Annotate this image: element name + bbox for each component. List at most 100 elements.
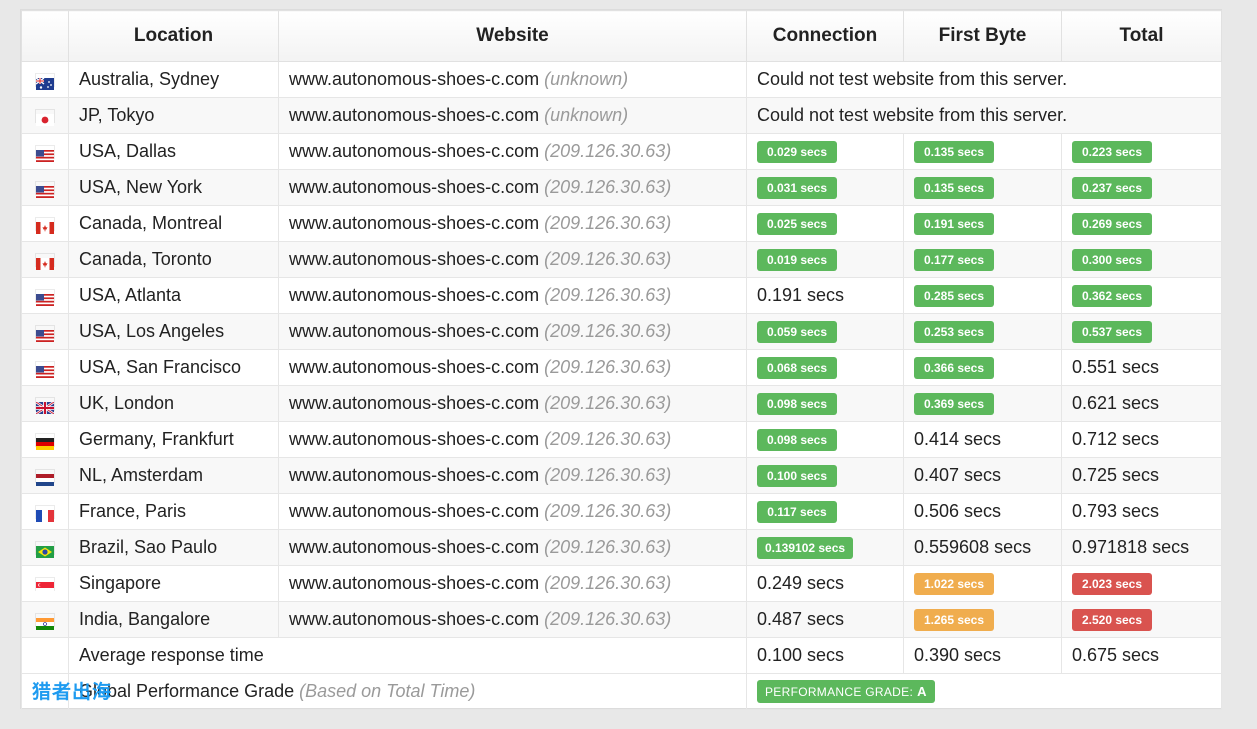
timing-badge: 0.135 secs	[914, 177, 994, 199]
website-ip: (209.126.30.63)	[544, 177, 672, 197]
location-cell: India, Bangalore	[68, 601, 279, 638]
first-byte-cell: 0.177 secs	[903, 241, 1062, 278]
website-cell: www.autonomous-shoes-c.com (209.126.30.6…	[278, 457, 747, 494]
website-host: www.autonomous-shoes-c.com	[289, 429, 540, 449]
website-cell: www.autonomous-shoes-c.com (209.126.30.6…	[278, 421, 747, 458]
website-cell: www.autonomous-shoes-c.com (209.126.30.6…	[278, 277, 747, 314]
website-host: www.autonomous-shoes-c.com	[289, 141, 540, 161]
flag-cell	[21, 133, 69, 170]
website-ip: (209.126.30.63)	[544, 429, 672, 449]
website-ip: (unknown)	[544, 105, 629, 125]
website-cell: www.autonomous-shoes-c.com (209.126.30.6…	[278, 133, 747, 170]
connection-cell: 0.059 secs	[746, 313, 904, 350]
timing-value: 0.559608 secs	[914, 537, 1032, 557]
first-byte-cell: 1.265 secs	[903, 601, 1062, 638]
total-cell: 0.793 secs	[1061, 493, 1222, 530]
website-host: www.autonomous-shoes-c.com	[289, 501, 540, 521]
website-ip: (unknown)	[544, 69, 629, 89]
flag-nl-icon	[36, 470, 54, 487]
website-cell: www.autonomous-shoes-c.com (209.126.30.6…	[278, 349, 747, 386]
connection-cell: 0.025 secs	[746, 205, 904, 242]
average-connection: 0.100 secs	[746, 637, 904, 674]
flag-cell	[21, 529, 69, 566]
flag-in-icon	[36, 614, 54, 631]
header-connection: Connection	[746, 10, 904, 62]
website-ip: (209.126.30.63)	[544, 573, 672, 593]
timing-badge: 0.269 secs	[1072, 213, 1152, 235]
first-byte-cell: 0.559608 secs	[903, 529, 1062, 566]
first-byte-cell: 0.135 secs	[903, 169, 1062, 206]
first-byte-cell: 0.135 secs	[903, 133, 1062, 170]
results-table: Location Website Connection First Byte T…	[21, 10, 1222, 710]
flag-cell	[21, 385, 69, 422]
timing-badge: 0.300 secs	[1072, 249, 1152, 271]
table-row: JP, Tokyo www.autonomous-shoes-c.com (unk…	[21, 97, 1222, 134]
timing-badge: 0.177 secs	[914, 249, 994, 271]
website-host: www.autonomous-shoes-c.com	[289, 285, 540, 305]
watermark: 猎者出海	[32, 682, 113, 703]
timing-badge: 0.098 secs	[757, 429, 837, 451]
timing-badge: 0.285 secs	[914, 285, 994, 307]
website-host: www.autonomous-shoes-c.com	[289, 105, 540, 125]
average-row: Average response time 0.100 secs 0.390 s…	[21, 637, 1222, 674]
website-cell: www.autonomous-shoes-c.com (209.126.30.6…	[278, 169, 747, 206]
timing-badge: 0.253 secs	[914, 321, 994, 343]
website-host: www.autonomous-shoes-c.com	[289, 177, 540, 197]
flag-au-icon	[35, 74, 54, 91]
website-host: www.autonomous-shoes-c.com	[289, 69, 540, 89]
location-cell: France, Paris	[68, 493, 279, 530]
timing-badge: 0.362 secs	[1072, 285, 1152, 307]
flag-ca-icon	[36, 254, 54, 271]
connection-cell: 0.019 secs	[746, 241, 904, 278]
timing-badge: 2.023 secs	[1072, 573, 1152, 595]
location-cell: UK, London	[68, 385, 279, 422]
table-row: Canada, Montreal www.autonomous-shoes-c.c…	[21, 205, 1222, 242]
timing-value: 0.506 secs	[914, 501, 1002, 521]
website-cell: www.autonomous-shoes-c.com (unknown)	[278, 97, 747, 134]
grade-row: Global Performance Grade (Based on Total…	[21, 673, 1222, 710]
connection-cell: 0.098 secs	[746, 385, 904, 422]
timing-badge: 0.031 secs	[757, 177, 837, 199]
first-byte-cell: 0.366 secs	[903, 349, 1062, 386]
total-cell: 0.237 secs	[1061, 169, 1222, 206]
location-cell: USA, Dallas	[68, 133, 279, 170]
timing-badge: 1.022 secs	[914, 573, 994, 595]
performance-grade-badge: PERFORMANCE GRADE: A	[757, 680, 935, 703]
location-cell: Germany, Frankfurt	[68, 421, 279, 458]
table-row: USA, Los Angeles www.autonomous-shoes-c.c…	[21, 313, 1222, 350]
timing-value: 0.712 secs	[1072, 429, 1160, 449]
flag-cell	[21, 349, 69, 386]
table-row: France, Paris www.autonomous-shoes-c.com …	[21, 493, 1222, 530]
header-row: Location Website Connection First Byte T…	[21, 10, 1222, 62]
grade-badge-cell: PERFORMANCE GRADE: A	[746, 673, 1222, 710]
table-row: USA, Atlanta www.autonomous-shoes-c.com (…	[21, 277, 1222, 314]
location-cell: USA, San Francisco	[68, 349, 279, 386]
website-ip: (209.126.30.63)	[544, 285, 672, 305]
website-ip: (209.126.30.63)	[544, 537, 672, 557]
results-body: Australia, Sydney www.autonomous-shoes-c.…	[21, 61, 1222, 638]
website-ip: (209.126.30.63)	[544, 465, 672, 485]
header-total: Total	[1061, 10, 1222, 62]
website-ip: (209.126.30.63)	[544, 213, 672, 233]
error-message: Could not test website from this server.	[746, 97, 1222, 134]
website-cell: www.autonomous-shoes-c.com (209.126.30.6…	[278, 565, 747, 602]
timing-value: 0.191 secs	[757, 285, 845, 305]
timing-badge: 0.366 secs	[914, 357, 994, 379]
total-cell: 0.362 secs	[1061, 277, 1222, 314]
location-cell: JP, Tokyo	[68, 97, 279, 134]
timing-badge: 0.068 secs	[757, 357, 837, 379]
timing-badge: 0.191 secs	[914, 213, 994, 235]
website-ip: (209.126.30.63)	[544, 357, 672, 377]
website-host: www.autonomous-shoes-c.com	[289, 609, 540, 629]
first-byte-cell: 0.414 secs	[903, 421, 1062, 458]
flag-us-icon	[36, 362, 54, 379]
first-byte-cell: 1.022 secs	[903, 565, 1062, 602]
timing-badge: 0.059 secs	[757, 321, 837, 343]
location-cell: Canada, Montreal	[68, 205, 279, 242]
total-cell: 0.971818 secs	[1061, 529, 1222, 566]
grade-sub: (Based on Total Time)	[299, 681, 476, 701]
total-cell: 2.520 secs	[1061, 601, 1222, 638]
location-cell: NL, Amsterdam	[68, 457, 279, 494]
header-first-byte: First Byte	[903, 10, 1062, 62]
table-row: USA, San Francisco www.autonomous-shoes-c…	[21, 349, 1222, 386]
